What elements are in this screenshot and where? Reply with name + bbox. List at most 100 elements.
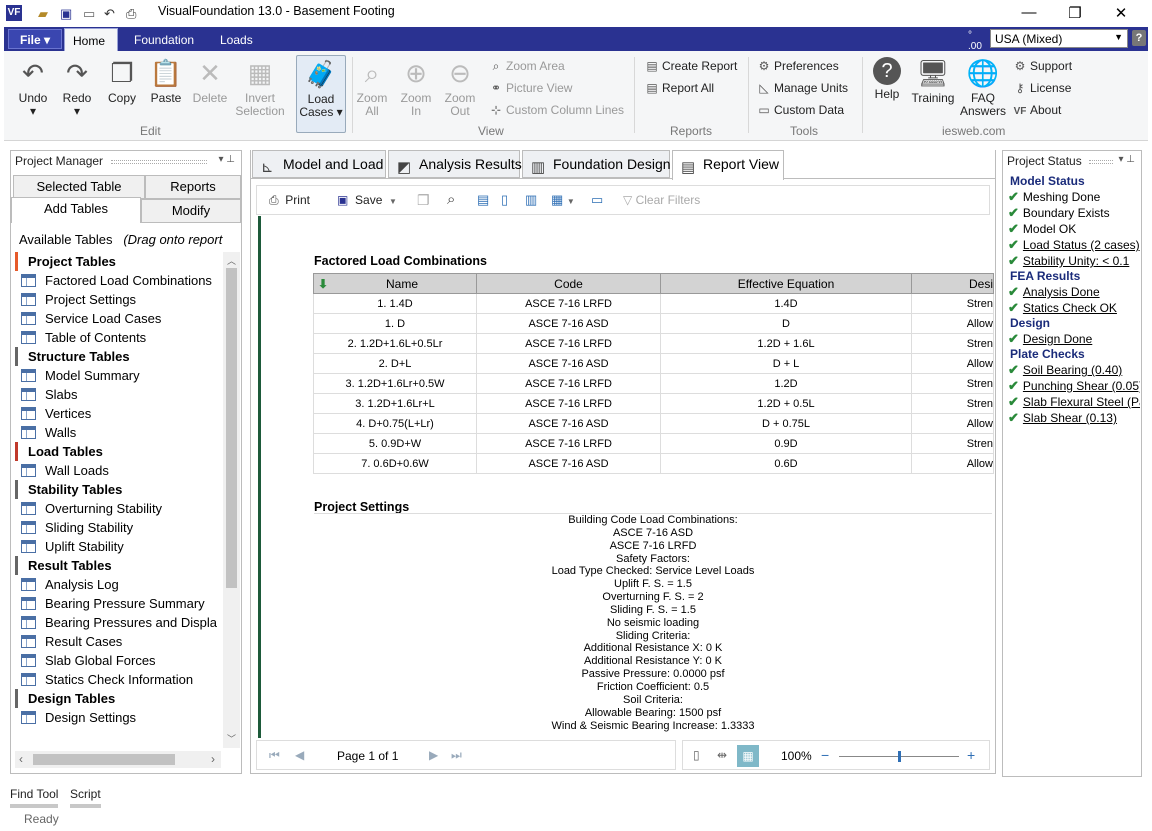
status-load-status-link[interactable]: ✔ Load Status (2 cases) [1008, 237, 1140, 253]
about-button[interactable]: VF About [1012, 103, 1062, 117]
custom-column-lines-button[interactable]: ⊹ Custom Column Lines [488, 103, 624, 117]
preferences-button[interactable]: ⚙ Preferences [756, 59, 839, 73]
license-button[interactable]: ⚷ License [1012, 81, 1072, 95]
custom-data-button[interactable]: ▭ Custom Data [756, 103, 844, 117]
help-question-icon[interactable]: ? [1132, 30, 1146, 46]
maximize-button[interactable]: ❐ [1052, 4, 1098, 22]
table-list-item[interactable]: Table of Contents [15, 328, 221, 347]
paste-button[interactable]: 📋 Paste [146, 57, 186, 105]
column-header[interactable]: Code [476, 273, 661, 294]
minimize-button[interactable]: — [1006, 4, 1052, 21]
layout-single-icon[interactable]: ▤ [477, 192, 489, 208]
status-soil-bearing-link[interactable]: ✔ Soil Bearing (0.40) [1008, 362, 1122, 378]
status-slab-flexural-link[interactable]: ✔ Slab Flexural Steel (Pa [1008, 394, 1140, 410]
status-statics-link[interactable]: ✔ Statics Check OK [1008, 300, 1117, 316]
status-punching-shear-link[interactable]: ✔ Punching Shear (0.05) [1008, 378, 1140, 394]
view-width-icon[interactable]: ⇹ [717, 748, 727, 762]
find-tool-tab[interactable]: Find Tool [10, 787, 59, 808]
table-category[interactable]: Design Tables [15, 689, 221, 708]
create-report-button[interactable]: ▤ Create Report [644, 59, 737, 73]
pin-icon[interactable]: ▾ ⊥ [218, 154, 235, 165]
status-slab-shear-link[interactable]: ✔ Slab Shear (0.13) [1008, 410, 1117, 426]
pin-icon[interactable]: ▾ ⊥ [1118, 154, 1135, 165]
script-tab[interactable]: Script [70, 787, 101, 808]
table-list-item[interactable]: Slab Global Forces [15, 651, 221, 670]
delete-button[interactable]: ✕ Delete [190, 57, 230, 105]
save-icon[interactable]: ▣ [60, 6, 72, 22]
undo-quick-icon[interactable]: ↶ [104, 6, 115, 22]
table-list-item[interactable]: Uplift Stability [15, 537, 221, 556]
prev-page-icon[interactable]: ◀ [295, 748, 304, 762]
zoom-all-button[interactable]: ⌕ Zoom All [354, 57, 390, 118]
table-list-item[interactable]: Project Settings [15, 290, 221, 309]
layout-multi-icon[interactable]: ▦ ▼ [551, 192, 575, 208]
status-stability-link[interactable]: ✔ Stability Unity: < 0.1 [1008, 253, 1129, 269]
zoom-slider-thumb[interactable] [897, 751, 901, 762]
tab-loads[interactable]: Loads [212, 31, 261, 49]
first-page-icon[interactable]: ⏮ [269, 748, 280, 763]
faq-button[interactable]: 🌐 FAQ Answers [960, 57, 1006, 118]
tables-vertical-scrollbar[interactable]: ︿ ﹀ [223, 252, 240, 748]
table-list-item[interactable]: Walls [15, 423, 221, 442]
zoom-plus-icon[interactable]: + [967, 747, 975, 763]
view-grid-icon[interactable]: ▦ [737, 745, 759, 767]
status-design-link[interactable]: ✔ Design Done [1008, 331, 1092, 347]
tab-reports[interactable]: Reports [145, 175, 241, 199]
scroll-down-icon[interactable]: ﹀ [227, 732, 236, 745]
next-page-icon[interactable]: ▶ [429, 748, 438, 762]
scroll-right-icon[interactable]: › [211, 752, 215, 766]
tab-modify[interactable]: Modify [141, 199, 241, 223]
zoom-slider[interactable] [839, 751, 959, 762]
help-button[interactable]: ? Help [868, 57, 906, 101]
table-category[interactable]: Structure Tables [15, 347, 221, 366]
report-all-button[interactable]: ▤ Report All [644, 81, 714, 95]
scroll-left-icon[interactable]: ‹ [19, 752, 23, 766]
scroll-up-icon[interactable]: ︿ [227, 254, 236, 267]
table-list-item[interactable]: Bearing Pressure Summary [15, 594, 221, 613]
picture-view-button[interactable]: ⚭ Picture View [488, 81, 573, 95]
zoom-in-button[interactable]: ⊕ Zoom In [398, 57, 434, 118]
tab-foundation-design[interactable]: ▥ Foundation Design [522, 150, 671, 178]
table-category[interactable]: Project Tables [15, 252, 221, 271]
table-list-item[interactable]: Design Settings [15, 708, 221, 727]
layout-two-page-icon[interactable]: ▥ [525, 192, 537, 208]
copy-button[interactable]: ❐ Copy [104, 57, 140, 105]
table-list-item[interactable]: Result Cases [15, 632, 221, 651]
table-list-item[interactable]: Slabs [15, 385, 221, 404]
undo-button[interactable]: ↶ Undo ▾ [16, 57, 50, 118]
invert-selection-button[interactable]: ▦ Invert Selection [232, 57, 288, 118]
table-list-item[interactable]: Vertices [15, 404, 221, 423]
table-list-item[interactable]: Model Summary [15, 366, 221, 385]
table-list-item[interactable]: Overturning Stability [15, 499, 221, 518]
training-button[interactable]: 🖥 Training [910, 57, 956, 105]
tab-selected-table[interactable]: Selected Table [13, 175, 145, 199]
column-header[interactable]: Effective Equation [660, 273, 912, 294]
new-icon[interactable]: ▭ [83, 6, 95, 22]
tab-report-view[interactable]: ▤ Report View [672, 150, 784, 180]
close-button[interactable]: ✕ [1098, 4, 1144, 22]
tab-analysis-results[interactable]: ◩ Analysis Results [388, 150, 522, 178]
table-list-item[interactable]: Statics Check Information [15, 670, 221, 689]
table-list-item[interactable]: Bearing Pressures and Displa [15, 613, 221, 632]
table-category[interactable]: Result Tables [15, 556, 221, 575]
clear-filters-button[interactable]: ▽ Clear Filters [623, 193, 700, 207]
table-list-item[interactable]: Wall Loads [15, 461, 221, 480]
tab-add-tables[interactable]: Add Tables [11, 197, 141, 223]
horizontal-scrollbar-thumb[interactable] [33, 754, 175, 765]
find-icon[interactable]: ⌕ [447, 191, 455, 208]
layout-page-icon[interactable]: ▯ [501, 192, 508, 208]
column-header[interactable]: ⬇ Name [313, 273, 477, 294]
tab-model-and-load[interactable]: ⊾ Model and Load [252, 150, 386, 178]
table-list-item[interactable]: Service Load Cases [15, 309, 221, 328]
units-select[interactable]: USA (Mixed) ▼ [990, 29, 1128, 48]
tables-horizontal-scrollbar[interactable]: ‹ › [15, 751, 221, 768]
zoom-minus-icon[interactable]: − [821, 747, 829, 763]
redo-button[interactable]: ↷ Redo ▾ [60, 57, 94, 118]
table-category[interactable]: Load Tables [15, 442, 221, 461]
copy-report-icon[interactable]: ❐ [417, 192, 430, 209]
tab-foundation[interactable]: Foundation [126, 31, 202, 49]
view-page-icon[interactable]: ▯ [693, 748, 700, 762]
table-list-item[interactable]: Sliding Stability [15, 518, 221, 537]
last-page-icon[interactable]: ⏭ [451, 748, 462, 763]
tab-home[interactable]: Home [64, 28, 118, 51]
